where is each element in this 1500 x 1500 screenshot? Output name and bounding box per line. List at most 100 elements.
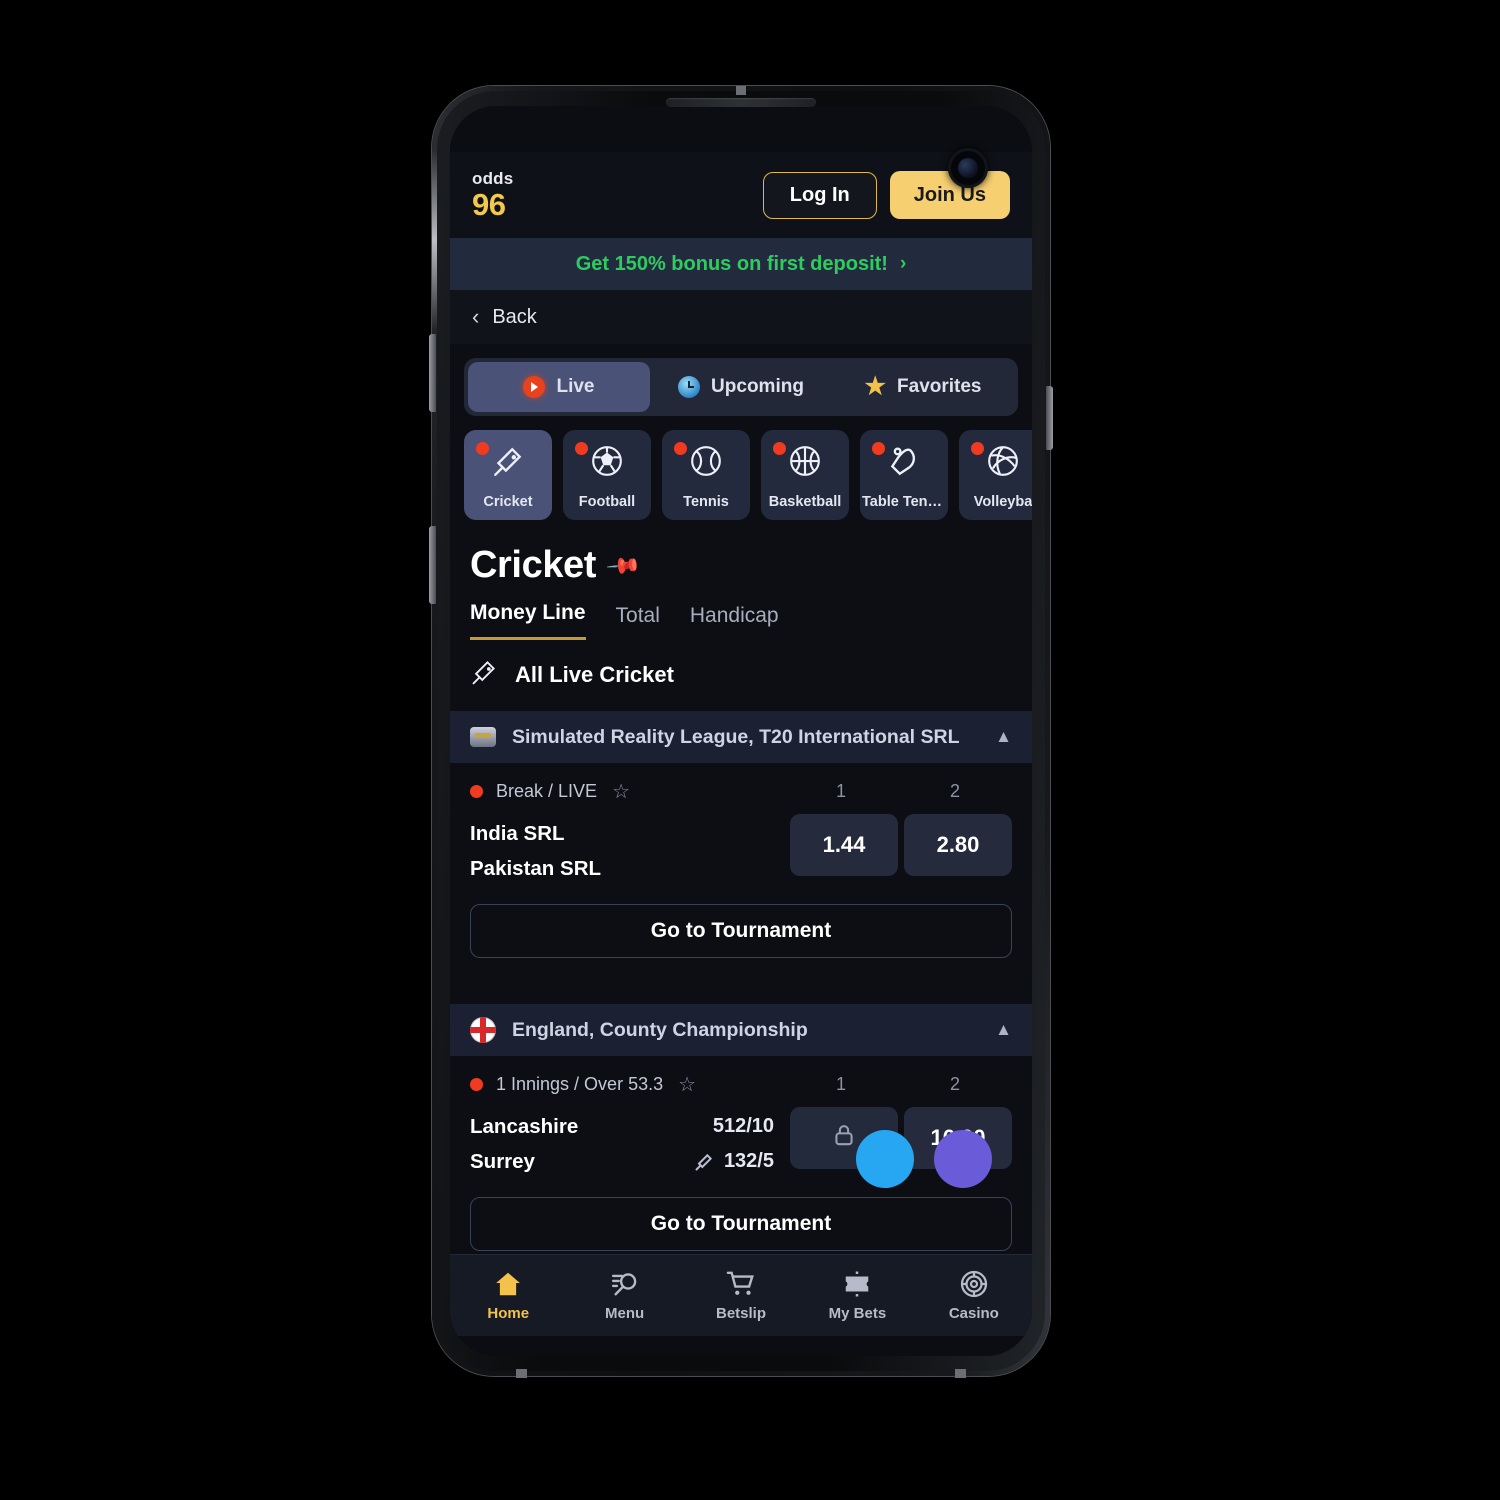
table-tennis-icon	[860, 444, 948, 478]
star-outline-icon[interactable]: ☆	[612, 779, 630, 804]
bonus-banner[interactable]: Get 150% bonus on first deposit! ›	[450, 238, 1032, 290]
team-line: Lancashire 512/10	[470, 1109, 790, 1144]
brand-logo[interactable]: odds 96	[472, 170, 513, 220]
bet-tab-money-line[interactable]: Money Line	[470, 601, 586, 640]
live-upcoming-favorites-tabs: Live Upcoming ★ Favorites	[464, 358, 1018, 416]
tennis-ball-icon	[662, 444, 750, 478]
all-live-cricket-row[interactable]: All Live Cricket	[470, 658, 1032, 691]
team-name: Pakistan SRL	[470, 856, 602, 880]
nav-label: Betslip	[716, 1305, 767, 1322]
app-header: odds 96 Log In Join Us	[450, 152, 1032, 238]
england-flag-icon	[470, 1017, 496, 1043]
back-navigation[interactable]: ‹ Back	[450, 290, 1032, 344]
sport-label: Basketball	[768, 494, 842, 510]
star-outline-icon[interactable]: ☆	[678, 1072, 696, 1097]
teams-block: Lancashire 512/10 Surrey 132/5	[470, 1107, 790, 1179]
front-camera	[948, 148, 988, 188]
srl-badge-icon	[470, 727, 496, 747]
phone-edge-highlight	[432, 150, 437, 330]
status-bar	[450, 106, 1032, 152]
league-header-srl[interactable]: Simulated Reality League, T20 Internatio…	[450, 711, 1032, 763]
earpiece-speaker	[666, 98, 816, 107]
screenshot-stage: odds 96 Log In Join Us Get 150% bonus on…	[0, 0, 1500, 1500]
main-content: Live Upcoming ★ Favorites Cricket Footba…	[450, 344, 1032, 1254]
odds-column-headers: 1 2	[784, 781, 1012, 802]
sport-chip-cricket[interactable]: Cricket	[464, 430, 552, 520]
floating-action-button-blue[interactable]	[856, 1130, 914, 1188]
sport-label: Volleyba	[973, 494, 1032, 510]
pin-icon[interactable]: 📌	[605, 547, 643, 585]
odd-button-2[interactable]: 2.80	[904, 814, 1012, 876]
log-in-button[interactable]: Log In	[762, 171, 877, 219]
odds-column-header: 1	[835, 781, 846, 801]
bet-type-tabs: Money Line Total Handicap	[470, 601, 1032, 640]
bottom-navigation: Home Menu Betslip My Bets Casino	[450, 1254, 1032, 1336]
odds-column-headers: 1 2	[784, 1074, 1012, 1095]
cricket-bat-icon	[464, 444, 552, 478]
nav-label: My Bets	[828, 1305, 887, 1322]
home-icon	[493, 1269, 523, 1299]
home-indicator-area	[450, 1336, 1032, 1356]
nav-item-casino[interactable]: Casino	[916, 1269, 1032, 1322]
team-name: Surrey	[470, 1149, 535, 1173]
match-status: 1 Innings / Over 53.3	[496, 1074, 664, 1094]
cricket-bat-icon	[470, 658, 498, 691]
bet-tab-handicap[interactable]: Handicap	[690, 604, 779, 640]
team-name: Lancashire	[470, 1114, 579, 1138]
tab-live-label: Live	[556, 376, 595, 397]
chevron-up-icon[interactable]: ▲	[995, 727, 1012, 747]
sport-chip-football[interactable]: Football	[563, 430, 651, 520]
team-score: 132/5	[723, 1150, 774, 1172]
phone-screen: odds 96 Log In Join Us Get 150% bonus on…	[450, 106, 1032, 1356]
sport-chip-volleyball[interactable]: Volleyba	[959, 430, 1032, 520]
page-title: Cricket	[470, 544, 597, 586]
bonus-banner-text: Get 150% bonus on first deposit!	[575, 252, 888, 275]
team-name: India SRL	[470, 821, 565, 845]
match-body: Lancashire 512/10 Surrey 132/5	[470, 1107, 1012, 1179]
odd-button-1[interactable]: 1.44	[790, 814, 898, 876]
floating-action-button-purple[interactable]	[934, 1130, 992, 1188]
nav-item-home[interactable]: Home	[450, 1269, 566, 1322]
bet-tab-total[interactable]: Total	[616, 604, 660, 640]
power-button[interactable]	[1046, 386, 1053, 450]
volume-up-button[interactable]	[429, 334, 436, 412]
league-header-england[interactable]: England, County Championship ▲	[450, 1004, 1032, 1056]
nav-item-menu[interactable]: Menu	[566, 1269, 682, 1322]
back-label: Back	[492, 305, 537, 328]
tab-favorites[interactable]: ★ Favorites	[832, 362, 1014, 412]
nav-item-my-bets[interactable]: My Bets	[799, 1269, 915, 1322]
sport-chip-table-tennis[interactable]: Table Tenn...	[860, 430, 948, 520]
frame-bottom-marker-left	[516, 1369, 527, 1378]
score-wrap: 512/10	[713, 1115, 790, 1138]
basketball-icon	[761, 444, 849, 478]
team-line: India SRL	[470, 816, 790, 851]
star-icon: ★	[864, 373, 887, 400]
sport-label: Football	[578, 494, 636, 510]
tab-live[interactable]: Live	[468, 362, 650, 412]
go-to-tournament-button[interactable]: Go to Tournament	[470, 904, 1012, 958]
score-wrap: 132/5	[694, 1150, 790, 1173]
sports-category-list[interactable]: Cricket Football Tennis Basketball Table…	[464, 430, 1032, 520]
soccer-ball-icon	[563, 444, 651, 478]
nav-label: Home	[487, 1305, 530, 1322]
nav-item-betslip[interactable]: Betslip	[683, 1269, 799, 1322]
sport-chip-basketball[interactable]: Basketball	[761, 430, 849, 520]
chevron-up-icon[interactable]: ▲	[995, 1020, 1012, 1040]
match-status: Break / LIVE	[496, 781, 598, 801]
league-name: Simulated Reality League, T20 Internatio…	[512, 725, 960, 748]
search-menu-icon	[610, 1269, 640, 1299]
sport-chip-tennis[interactable]: Tennis	[662, 430, 750, 520]
go-to-tournament-button[interactable]: Go to Tournament	[470, 1197, 1012, 1251]
sport-label: Table Tenn...	[862, 494, 946, 510]
lock-icon	[831, 1122, 857, 1154]
clock-icon	[678, 376, 701, 398]
nav-label: Casino	[948, 1305, 999, 1322]
tab-upcoming[interactable]: Upcoming	[650, 362, 832, 412]
batting-bat-icon	[694, 1152, 714, 1172]
odds-column-header: 2	[949, 1074, 960, 1094]
frame-top-marker	[736, 86, 746, 95]
match-meta: 1 Innings / Over 53.3 ☆ 1 2	[470, 1072, 1012, 1097]
ticket-icon	[842, 1269, 872, 1299]
volume-down-button[interactable]	[429, 526, 436, 604]
phone-device-frame: odds 96 Log In Join Us Get 150% bonus on…	[429, 86, 1053, 1378]
